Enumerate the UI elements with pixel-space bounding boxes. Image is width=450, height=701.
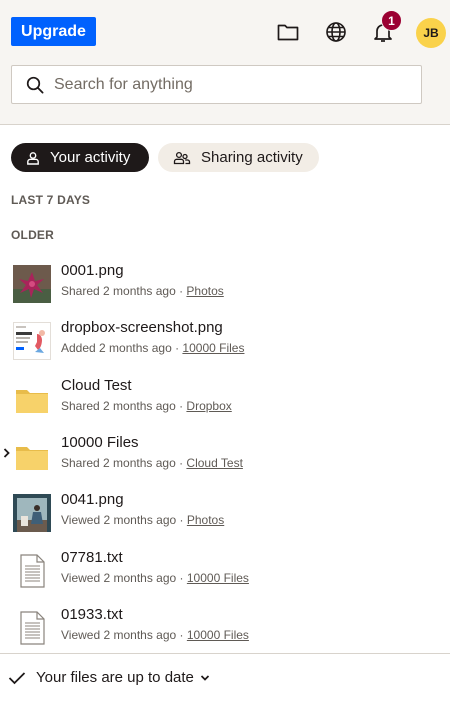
file-name: Cloud Test [61, 377, 132, 394]
file-action: Shared 2 months ago · [61, 284, 184, 298]
list-item[interactable]: 10000 Files Shared 2 months ago · Cloud … [0, 428, 450, 478]
file-action: Viewed 2 months ago · [61, 513, 184, 527]
file-action: Shared 2 months ago · [61, 456, 184, 470]
file-action: Viewed 2 months ago · [61, 628, 184, 642]
folder-icon[interactable] [276, 20, 300, 44]
file-meta: Shared 2 months ago · Cloud Test [61, 456, 243, 470]
file-location-link[interactable]: 10000 Files [187, 571, 249, 585]
folder-icon [13, 437, 51, 475]
file-meta: Viewed 2 months ago · Photos [61, 513, 224, 527]
image-thumbnail-icon [13, 494, 51, 532]
sync-status-text: Your files are up to date [36, 669, 194, 686]
file-name: 0041.png [61, 491, 124, 508]
file-meta: Shared 2 months ago · Photos [61, 284, 224, 298]
file-location-link[interactable]: 10000 Files [187, 628, 249, 642]
file-name: 07781.txt [61, 549, 123, 566]
list-item[interactable]: Cloud Test Shared 2 months ago · Dropbox [0, 371, 450, 421]
list-item[interactable]: 0001.png Shared 2 months ago · Photos [0, 256, 450, 306]
file-name: dropbox-screenshot.png [61, 319, 223, 336]
file-meta: Shared 2 months ago · Dropbox [61, 399, 232, 413]
screenshot-thumbnail-icon [13, 322, 51, 360]
search-input[interactable] [52, 74, 396, 95]
file-meta: Viewed 2 months ago · 10000 Files [61, 571, 249, 585]
list-item[interactable]: 01933.txt Viewed 2 months ago · 10000 Fi… [0, 600, 450, 650]
avatar[interactable]: JB [416, 18, 446, 48]
file-name: 01933.txt [61, 606, 123, 623]
checkmark-icon [8, 671, 26, 684]
text-file-icon [13, 552, 51, 590]
file-location-link[interactable]: Photos [186, 284, 223, 298]
people-icon [173, 151, 191, 164]
tab-sharing-activity[interactable]: Sharing activity [158, 143, 319, 172]
tab-your-activity[interactable]: Your activity [11, 143, 149, 172]
file-action: Shared 2 months ago · [61, 399, 184, 413]
file-meta: Viewed 2 months ago · 10000 Files [61, 628, 249, 642]
search-box[interactable] [11, 65, 422, 104]
file-location-link[interactable]: Dropbox [186, 399, 231, 413]
notification-badge: 1 [381, 10, 402, 31]
folder-icon [13, 380, 51, 418]
chevron-down-icon[interactable] [200, 674, 210, 682]
section-heading-older: OLDER [11, 228, 54, 242]
file-action: Added 2 months ago · [61, 341, 180, 355]
text-file-icon [13, 609, 51, 647]
file-name: 10000 Files [61, 434, 139, 451]
file-location-link[interactable]: Cloud Test [186, 456, 242, 470]
file-location-link[interactable]: 10000 Files [182, 341, 244, 355]
top-bar: Upgrade 1 JB [0, 0, 450, 125]
person-icon [27, 151, 39, 165]
list-item[interactable]: 07781.txt Viewed 2 months ago · 10000 Fi… [0, 543, 450, 593]
globe-icon[interactable] [324, 20, 348, 44]
list-item[interactable]: dropbox-screenshot.png Added 2 months ag… [0, 313, 450, 363]
file-name: 0001.png [61, 262, 124, 279]
search-icon [26, 76, 44, 93]
chevron-right-icon[interactable] [2, 446, 12, 458]
image-thumbnail-icon [13, 265, 51, 303]
file-action: Viewed 2 months ago · [61, 571, 184, 585]
sync-status-bar[interactable]: Your files are up to date [0, 653, 450, 701]
list-item[interactable]: 0041.png Viewed 2 months ago · Photos [0, 485, 450, 535]
section-heading-last-7-days: LAST 7 DAYS [11, 193, 91, 207]
tab-label: Your activity [50, 149, 131, 166]
tab-label: Sharing activity [201, 149, 303, 166]
upgrade-button[interactable]: Upgrade [11, 17, 96, 46]
file-location-link[interactable]: Photos [187, 513, 224, 527]
file-meta: Added 2 months ago · 10000 Files [61, 341, 244, 355]
